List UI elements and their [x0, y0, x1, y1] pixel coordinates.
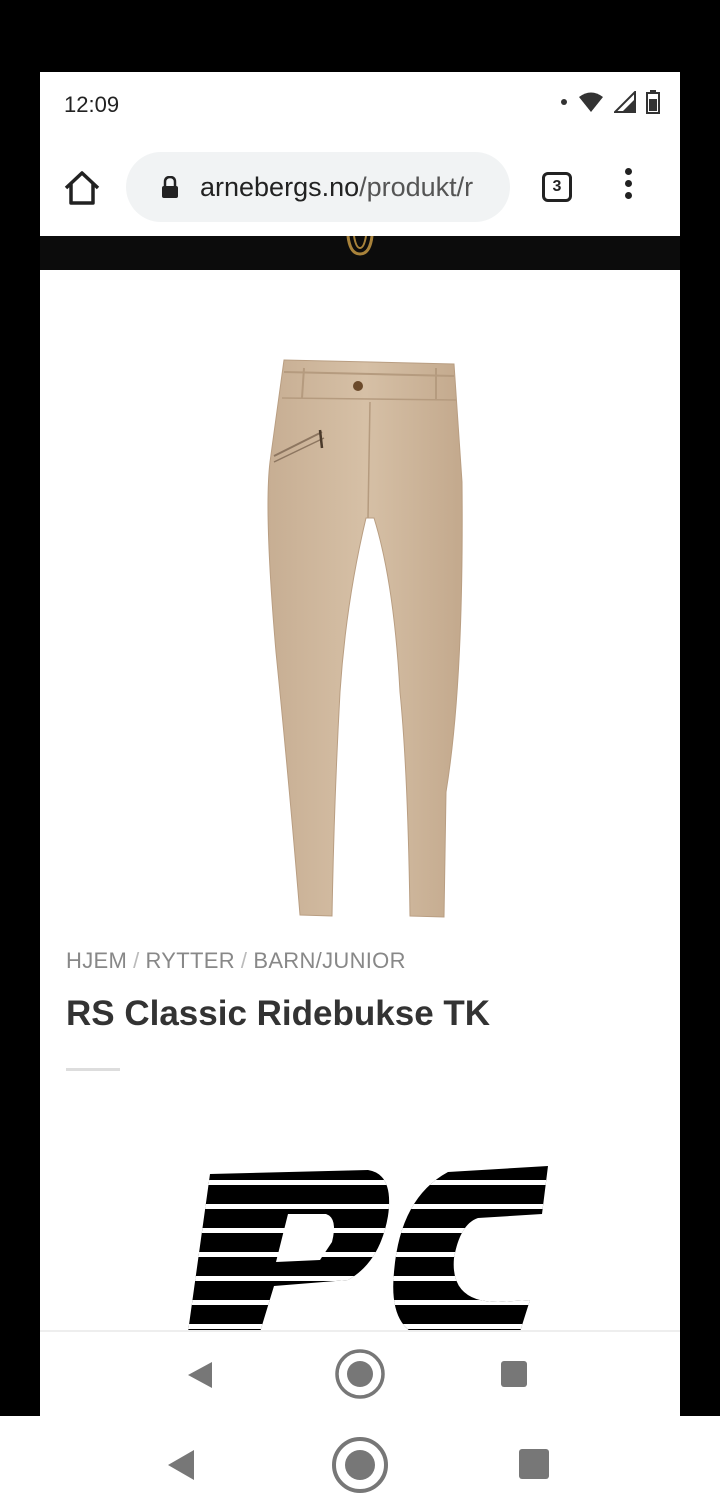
url-path: /produkt/r: [359, 172, 474, 202]
notification-dot-icon: [561, 99, 567, 105]
status-icons: [560, 90, 660, 114]
site-header: [40, 236, 680, 270]
system-nav-bar: [0, 1416, 720, 1512]
status-time: 12:09: [64, 92, 120, 117]
browser-toolbar: arnebergs.no/produkt/r 3: [40, 136, 680, 236]
back-triangle-icon[interactable]: [186, 1360, 214, 1390]
url-text: arnebergs.no/produkt/r: [200, 172, 473, 203]
site-logo-icon[interactable]: [340, 236, 380, 270]
breadcrumb-rytter[interactable]: RYTTER: [146, 948, 235, 973]
signal-icon: [614, 91, 636, 113]
home-icon[interactable]: [60, 166, 104, 210]
breadcrumb-separator: /: [240, 948, 248, 973]
recents-square-icon[interactable]: [518, 1448, 550, 1480]
home-circle-icon[interactable]: [334, 1348, 386, 1400]
product-title: RS Classic Ridebukse TK: [66, 994, 491, 1033]
battery-icon: [646, 90, 660, 114]
breadcrumb-separator: /: [133, 948, 140, 973]
back-triangle-icon[interactable]: [166, 1448, 196, 1482]
url-domain: arnebergs.no: [200, 172, 360, 202]
in-screen-nav-bar: [40, 1330, 680, 1416]
home-circle-icon[interactable]: [331, 1436, 389, 1494]
title-divider: [66, 1068, 120, 1071]
product-image[interactable]: [240, 352, 480, 922]
breadcrumb-home[interactable]: HJEM: [66, 948, 127, 973]
recents-square-icon[interactable]: [500, 1360, 528, 1388]
phone-screen: 12:09 arnebergs.no/produkt/r 3 HJEM / RY…: [40, 72, 680, 1416]
tab-switcher-button[interactable]: 3: [542, 172, 572, 202]
status-bar: 12:09: [40, 72, 680, 136]
lock-icon: [162, 176, 178, 198]
more-vert-icon[interactable]: [616, 168, 640, 208]
breadcrumb-barn-junior[interactable]: BARN/JUNIOR: [253, 948, 405, 973]
breadcrumb: HJEM / RYTTER / BARN/JUNIOR: [66, 948, 406, 974]
wifi-icon: [579, 92, 603, 112]
address-bar[interactable]: arnebergs.no/produkt/r: [126, 152, 510, 222]
